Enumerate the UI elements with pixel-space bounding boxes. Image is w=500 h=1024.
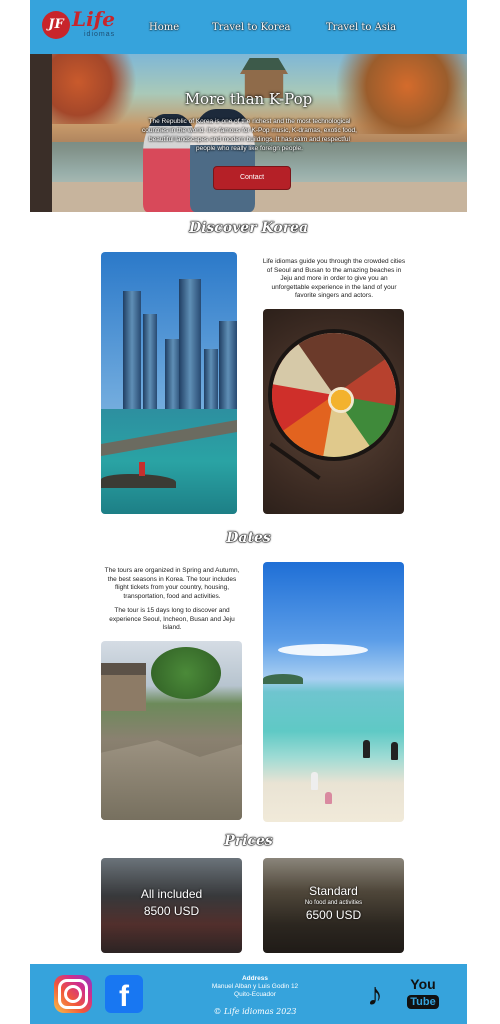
hero-title: More than K-Pop	[184, 90, 313, 108]
section-title-discover: Discover Korea	[188, 220, 309, 236]
nav-home[interactable]: Home	[149, 22, 179, 33]
instagram-icon[interactable]	[54, 975, 92, 1013]
site-footer: f Address Manuel Alban y Luis Godin 12 Q…	[30, 964, 467, 1024]
tree-trunk	[30, 54, 52, 212]
section-title-prices: Prices	[224, 833, 273, 849]
logo-subtitle: idiomas	[84, 31, 116, 38]
logo-word: Life	[72, 7, 115, 31]
dates-duration-text: The tour is 15 days long to discover and…	[109, 607, 235, 632]
youtube-icon[interactable]: You Tube	[405, 976, 441, 1012]
bibimbap-image	[263, 309, 404, 514]
price-card-standard[interactable]: Standard No food and activities 6500 USD	[263, 858, 404, 953]
site-header: JF Life idiomas Home Travel to Korea Tra…	[30, 0, 467, 54]
tiktok-icon[interactable]: ♪	[358, 976, 392, 1012]
plan-name: Standard	[309, 884, 358, 898]
section-title-dates: Dates	[226, 530, 271, 546]
lighthouse	[139, 462, 145, 476]
plan-price: 6500 USD	[305, 908, 362, 922]
contact-button[interactable]: Contact	[213, 166, 291, 190]
facebook-icon[interactable]: f	[105, 975, 143, 1013]
plan-note: No food and activities	[304, 900, 363, 906]
plan-price: 8500 USD	[143, 904, 200, 918]
price-card-all-included[interactable]: All included 8500 USD	[101, 858, 242, 953]
plan-name: All included	[140, 887, 203, 901]
address-title: Address	[241, 975, 268, 982]
copyright: © Life idiomas 2023	[213, 1007, 297, 1016]
page: JF Life idiomas Home Travel to Korea Tra…	[30, 0, 467, 1024]
dates-text: The tours are organized in Spring and Au…	[104, 567, 240, 600]
nav-travel-korea[interactable]: Travel to Korea	[212, 22, 290, 33]
fortress-wall-image	[101, 641, 242, 820]
logo[interactable]: JF Life idiomas	[42, 7, 122, 45]
discover-text: Life idiomas guide you through the crowd…	[262, 258, 406, 300]
hero-text: The Republic of Korea is one of the rich…	[142, 118, 357, 152]
address-line-2: Quito-Ecuador	[234, 991, 276, 998]
address-line-1: Manuel Alban y Luis Godin 12	[211, 983, 299, 990]
jeju-beach-image	[263, 562, 404, 822]
logo-mark: JF	[42, 11, 70, 39]
nav-travel-asia[interactable]: Travel to Asia	[326, 22, 396, 33]
busan-city-image	[101, 252, 237, 514]
